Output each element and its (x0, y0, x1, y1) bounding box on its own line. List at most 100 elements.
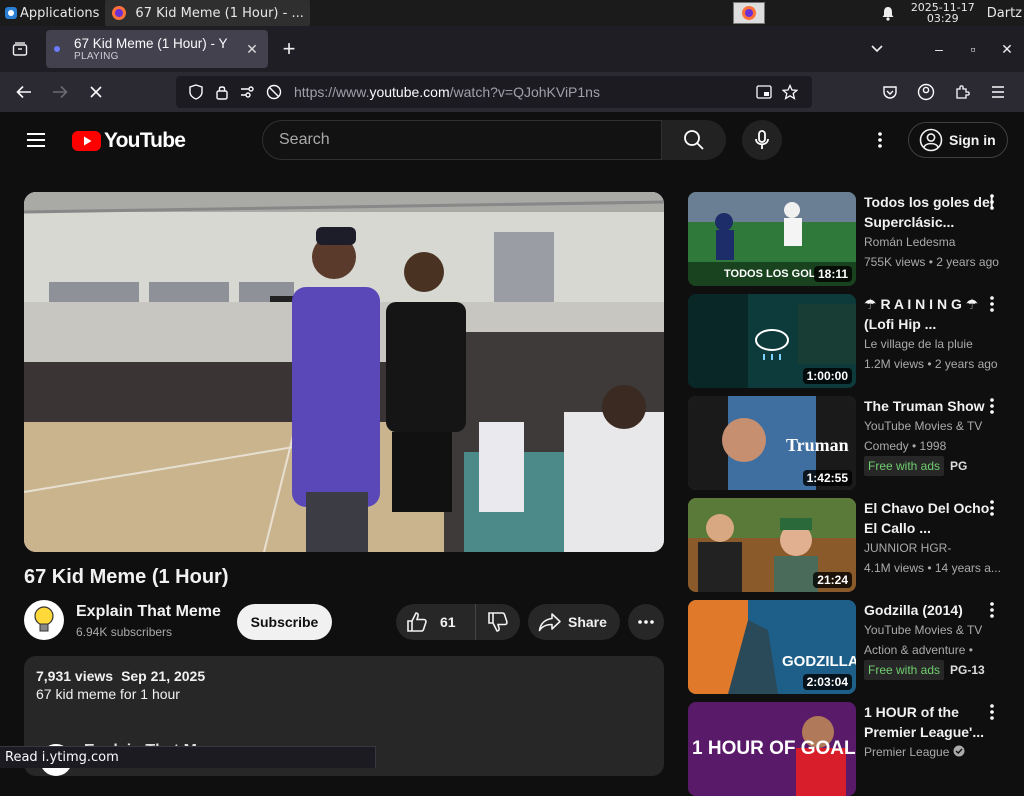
video-duration: 18:11 (813, 266, 852, 282)
extensions-icon[interactable] (944, 76, 980, 108)
back-button[interactable] (6, 76, 42, 108)
recommendation-thumbnail[interactable]: GODZILLA 2:03:04 (688, 600, 856, 694)
recommendation-thumbnail[interactable]: 1:00:00 (688, 294, 856, 388)
tab-overflow-chevron-icon[interactable] (860, 41, 894, 57)
channel-name[interactable]: Explain That Meme (76, 603, 221, 621)
recommendation-channel[interactable]: YouTube Movies & TV (864, 620, 994, 640)
sign-in-button[interactable]: Sign in (908, 122, 1008, 158)
dislike-button[interactable] (476, 611, 520, 633)
search-input[interactable] (279, 131, 639, 149)
view-count: 7,931 views (36, 668, 114, 684)
autoplay-blocked-icon[interactable] (262, 82, 286, 102)
recommendation-title[interactable]: 1 HOUR of the Premier League'... (864, 702, 994, 742)
like-count: 61 (440, 614, 456, 630)
account-icon[interactable] (908, 76, 944, 108)
recommendation-item[interactable]: 21:24 El Chavo Del Ocho El Callo ... JUN… (688, 498, 1008, 592)
taskbar-window-button[interactable]: 67 Kid Meme (1 Hour) - ... (105, 0, 310, 26)
clock[interactable]: 2025-11-17 03:29 (911, 2, 975, 24)
tab-title: 67 Kid Meme (1 Hour) - Y (74, 36, 228, 51)
recommendation-channel[interactable]: Premier League (864, 742, 994, 762)
applications-menu[interactable]: Applications (0, 0, 99, 26)
subscribe-button[interactable]: Subscribe (237, 604, 332, 640)
verified-check-icon (953, 745, 965, 757)
youtube-play-logo-icon (72, 131, 101, 151)
recommendation-channel[interactable]: Le village de la pluie (864, 334, 994, 354)
permissions-icon[interactable] (236, 82, 260, 102)
thumbs-down-icon (488, 612, 508, 632)
guide-menu-hamburger-icon[interactable] (24, 130, 48, 155)
recommendation-title[interactable]: Todos los goles del Superclásic... (864, 192, 994, 232)
bookmark-star-icon[interactable] (778, 82, 802, 102)
thumbs-up-icon (407, 612, 427, 632)
recommendation-item[interactable]: 1 HOUR OF GOALS 1 HOUR of the Premier Le… (688, 702, 1008, 796)
recommendation-menu-icon[interactable] (984, 704, 1000, 728)
taskbar-window-title: 67 Kid Meme (1 Hour) - ... (135, 5, 304, 21)
youtube-logo[interactable]: YouTube (72, 129, 186, 153)
recommendation-menu-icon[interactable] (984, 296, 1000, 320)
firefox-launcher-icon[interactable] (732, 2, 765, 24)
search-button[interactable] (662, 120, 726, 160)
search-box[interactable] (262, 120, 662, 160)
address-bar[interactable]: https://www.youtube.com/watch?v=QJohKViP… (176, 76, 812, 108)
recommendation-thumbnail[interactable]: TODOS LOS GOL 18:11 (688, 192, 856, 286)
recommendation-meta: 1.2M views • 2 years ago (864, 357, 998, 371)
recommendation-title[interactable]: ☂ R A I N I N G ☂ (Lofi Hip ... (864, 294, 994, 334)
maximize-window-icon[interactable]: ▫ (956, 41, 990, 57)
list-all-tabs-button[interactable] (0, 41, 40, 57)
recommendation-channel[interactable]: Román Ledesma (864, 232, 994, 252)
forward-button[interactable] (42, 76, 78, 108)
user-avatar-icon (919, 128, 943, 152)
recommendation-thumbnail[interactable]: Truman 1:42:55 (688, 396, 856, 490)
svg-text:GODZILLA: GODZILLA (782, 653, 856, 670)
subscriber-count: 6.94K subscribers (76, 625, 173, 639)
video-player[interactable] (24, 192, 664, 552)
more-actions-icon[interactable] (628, 604, 664, 640)
recommendation-thumbnail[interactable]: 21:24 (688, 498, 856, 592)
youtube-header: YouTube Sign in (0, 112, 1024, 168)
browser-status-bar: Read i.ytimg.com (0, 746, 376, 768)
recommendation-badges: Free with ads PG (864, 456, 1004, 476)
recommendation-meta: Action & adventure • (864, 643, 973, 657)
voice-search-button[interactable] (742, 120, 782, 160)
recommendation-menu-icon[interactable] (984, 398, 1000, 422)
notification-bell-icon[interactable] (881, 6, 899, 21)
sign-in-label: Sign in (949, 132, 996, 148)
minimize-window-icon[interactable]: – (922, 41, 956, 57)
search-icon (684, 130, 704, 150)
settings-more-icon[interactable] (868, 128, 892, 152)
recommendation-item[interactable]: TODOS LOS GOL 18:11 Todos los goles del … (688, 192, 1008, 286)
tracking-protection-shield-icon[interactable] (184, 82, 208, 102)
recommendation-menu-icon[interactable] (984, 500, 1000, 524)
recommendation-item[interactable]: Truman 1:42:55 The Truman Show YouTube M… (688, 396, 1008, 490)
tab-status: PLAYING (74, 51, 119, 62)
channel-avatar[interactable] (24, 600, 64, 640)
tab-close-icon[interactable]: ✕ (244, 41, 260, 58)
recommendation-thumbnail[interactable]: 1 HOUR OF GOALS (688, 702, 856, 796)
user-menu[interactable]: Dartz (987, 6, 1022, 21)
recommendation-channel[interactable]: JUNNIOR HGR- (864, 538, 994, 558)
recommendation-meta: Comedy • 1998 (864, 439, 947, 453)
share-button[interactable]: Share (528, 604, 620, 640)
back-arrow-icon (16, 85, 31, 99)
recommendation-menu-icon[interactable] (984, 602, 1000, 626)
app-menu-hamburger-icon[interactable] (980, 76, 1016, 108)
like-button[interactable]: 61 (396, 604, 476, 640)
os-taskbar: Applications 67 Kid Meme (1 Hour) - ... … (0, 0, 1024, 26)
recommendation-item[interactable]: GODZILLA 2:03:04 Godzilla (2014) YouTube… (688, 600, 1008, 694)
recommendation-meta: 4.1M views • 14 years a... (864, 561, 1001, 575)
browser-tab-active[interactable]: 67 Kid Meme (1 Hour) - Y PLAYING ✕ (46, 30, 268, 68)
picture-in-picture-icon[interactable] (752, 82, 776, 102)
recommendation-title[interactable]: El Chavo Del Ocho El Callo ... (864, 498, 994, 538)
recommendation-item[interactable]: 1:00:00 ☂ R A I N I N G ☂ (Lofi Hip ... … (688, 294, 1008, 388)
lock-icon[interactable] (210, 82, 234, 102)
new-tab-button[interactable]: + (272, 36, 306, 62)
recommendation-channel[interactable]: YouTube Movies & TV (864, 416, 994, 436)
recommendation-title[interactable]: The Truman Show (864, 396, 994, 416)
url-text[interactable]: https://www.youtube.com/watch?v=QJohKViP… (294, 84, 752, 100)
recommendation-menu-icon[interactable] (984, 194, 1000, 218)
stop-loading-button[interactable] (78, 76, 114, 108)
like-dislike-group: 61 (396, 604, 520, 640)
recommendation-title[interactable]: Godzilla (2014) (864, 600, 994, 620)
pocket-icon[interactable] (872, 76, 908, 108)
close-window-icon[interactable]: ✕ (990, 41, 1024, 58)
